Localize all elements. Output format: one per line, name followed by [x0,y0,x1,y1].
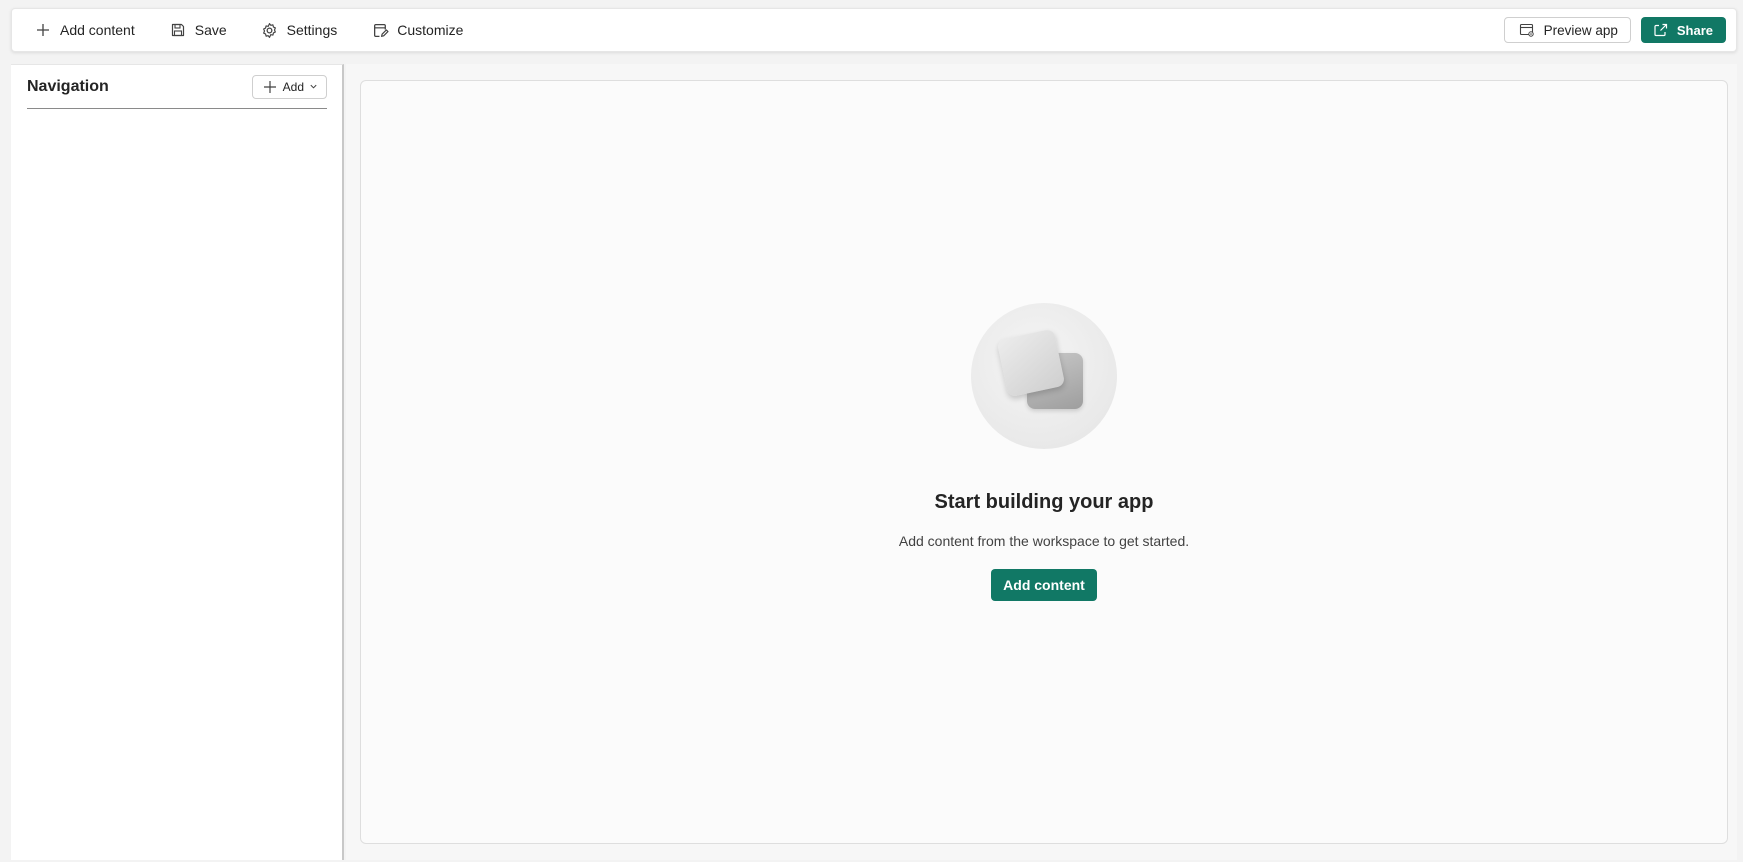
preview-app-button[interactable]: Preview app [1503,17,1631,43]
empty-state-add-content-button[interactable]: Add content [991,569,1097,601]
chevron-down-icon [309,82,318,91]
customize-label: Customize [397,22,464,38]
customize-button[interactable]: Customize [371,14,475,46]
settings-button[interactable]: Settings [261,14,350,46]
navigation-header: Navigation Add [27,65,327,109]
gear-icon [261,21,279,39]
app-toolbar: Add content Save Settings Customize Prev… [11,8,1737,52]
share-button[interactable]: Share [1640,17,1726,43]
save-button[interactable]: Save [169,14,239,46]
empty-state-title: Start building your app [934,491,1154,513]
plus-icon [263,80,277,94]
app-canvas: Start building your app Add content from… [360,80,1728,844]
navigation-add-label: Add [282,79,304,94]
share-label: Share [1676,22,1713,38]
save-label: Save [194,22,227,38]
app-canvas-area: Start building your app Add content from… [346,64,1737,860]
preview-app-label: Preview app [1543,22,1618,38]
empty-state: Start building your app Add content from… [361,303,1727,601]
plus-icon [34,21,52,39]
toolbar-left-group: Add content Save Settings Customize [34,14,497,46]
illustration-front-tile [996,328,1066,398]
share-icon [1653,22,1669,38]
settings-label: Settings [286,22,338,38]
add-content-label: Add content [60,22,135,38]
save-icon [169,21,187,39]
empty-state-illustration [971,303,1117,449]
navigation-add-button[interactable]: Add [251,74,327,99]
preview-icon [1519,22,1535,38]
customize-icon [371,21,389,39]
toolbar-right-group: Preview app Share [1503,17,1726,43]
navigation-title: Navigation [27,77,109,95]
navigation-panel: Navigation Add [11,64,344,860]
add-content-button[interactable]: Add content [34,14,147,46]
empty-state-subtitle: Add content from the workspace to get st… [898,533,1190,549]
